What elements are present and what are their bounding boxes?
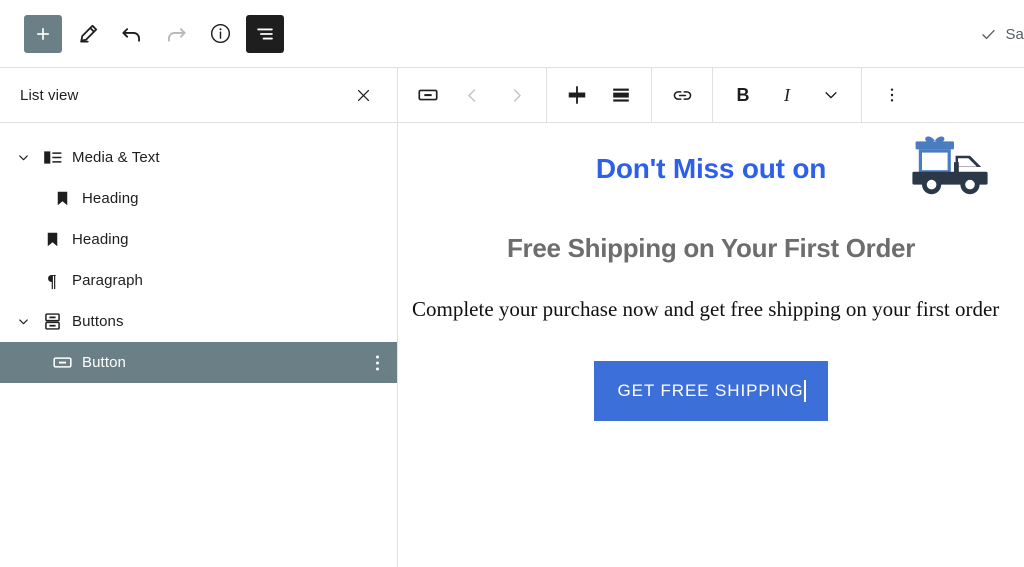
paragraph-text[interactable]: Complete your purchase now and get free … bbox=[410, 292, 1012, 327]
post-content: Don't Miss out on Free Shipping on Your … bbox=[398, 123, 1024, 567]
block-toolbar-group-move bbox=[547, 68, 652, 122]
cta-button-label: GET FREE SHIPPING bbox=[617, 380, 804, 400]
bold-button[interactable]: B bbox=[721, 68, 765, 122]
list-item-heading-nested[interactable]: Heading bbox=[0, 178, 397, 219]
media-text-icon bbox=[36, 147, 68, 168]
block-toolbar-group-link bbox=[652, 68, 713, 122]
cta-button-row: GET FREE SHIPPING bbox=[410, 360, 1012, 421]
plus-icon bbox=[37, 27, 49, 40]
vertical-dots-icon bbox=[890, 88, 894, 102]
pencil-icon bbox=[80, 24, 98, 42]
list-item-label: Button bbox=[82, 354, 126, 371]
heading-icon bbox=[36, 230, 68, 249]
heading-icon bbox=[46, 189, 78, 208]
chevron-down-icon bbox=[825, 92, 837, 99]
details-button[interactable] bbox=[202, 16, 238, 52]
hero-block: Don't Miss out on bbox=[410, 123, 1012, 219]
buttons-stack-icon bbox=[36, 311, 68, 332]
editor-window: Sa List view Media & Text Heading Headin… bbox=[0, 0, 1024, 567]
chevron-down-icon[interactable] bbox=[10, 314, 36, 329]
paragraph-pilcrow-icon: ¶ bbox=[36, 271, 68, 291]
svg-text:I: I bbox=[783, 85, 791, 105]
block-inserter-button[interactable] bbox=[24, 14, 62, 53]
italic-icon: I bbox=[783, 85, 791, 105]
list-item-label: Heading bbox=[72, 231, 129, 248]
link-button[interactable] bbox=[660, 68, 704, 122]
tools-button[interactable] bbox=[70, 16, 106, 52]
list-item-buttons[interactable]: Buttons bbox=[0, 301, 397, 342]
link-icon bbox=[673, 90, 691, 100]
editor-top-bar: Sa bbox=[0, 0, 1024, 68]
list-item-label: Heading bbox=[82, 190, 139, 207]
list-item-paragraph[interactable]: ¶ Paragraph bbox=[0, 260, 397, 301]
info-circle-icon bbox=[210, 23, 230, 44]
list-item-label: Media & Text bbox=[72, 149, 160, 166]
close-x-icon bbox=[357, 89, 369, 101]
drag-handle-icon bbox=[568, 86, 586, 104]
block-toolbar: B I bbox=[398, 68, 1024, 123]
italic-button[interactable]: I bbox=[765, 68, 809, 122]
list-view-title: List view bbox=[20, 86, 79, 104]
block-toolbar-group-format: B I bbox=[713, 68, 862, 122]
text-cursor bbox=[804, 379, 807, 402]
vertical-dots-icon[interactable] bbox=[376, 355, 379, 370]
move-right-button[interactable] bbox=[494, 68, 538, 122]
chevron-down-icon[interactable] bbox=[10, 150, 36, 165]
list-view-header: List view bbox=[0, 68, 397, 123]
editor-body: List view Media & Text Heading Heading ¶… bbox=[0, 68, 1024, 567]
redo-arrow-icon bbox=[168, 27, 186, 42]
block-toolbar-group-options bbox=[862, 68, 922, 122]
editor-canvas: B I Don't Miss out on Free Shipping on Y… bbox=[398, 68, 1024, 567]
list-item-label: Paragraph bbox=[72, 272, 143, 289]
bold-icon: B bbox=[737, 85, 750, 105]
list-item-heading[interactable]: Heading bbox=[0, 219, 397, 260]
save-status-label: Sa bbox=[1005, 25, 1024, 43]
align-justify-icon bbox=[613, 88, 629, 102]
list-view-icon bbox=[257, 27, 273, 39]
drag-handle-button[interactable] bbox=[555, 68, 599, 122]
sub-heading[interactable]: Free Shipping on Your First Order bbox=[410, 233, 1012, 264]
block-options-button[interactable] bbox=[870, 68, 914, 122]
svg-text:¶: ¶ bbox=[47, 271, 56, 291]
list-item-media-text[interactable]: Media & Text bbox=[0, 137, 397, 178]
list-view-tree: Media & Text Heading Heading ¶ Paragraph… bbox=[0, 123, 397, 383]
more-formatting-button[interactable] bbox=[809, 68, 853, 122]
button-icon bbox=[46, 352, 78, 373]
move-left-button[interactable] bbox=[450, 68, 494, 122]
close-icon[interactable] bbox=[349, 81, 377, 109]
undo-button[interactable] bbox=[114, 16, 150, 52]
undo-arrow-icon bbox=[122, 27, 140, 42]
redo-button[interactable] bbox=[158, 16, 194, 52]
list-view-toggle-button[interactable] bbox=[246, 14, 284, 53]
list-view-panel: List view Media & Text Heading Heading ¶… bbox=[0, 68, 398, 567]
list-item-label: Buttons bbox=[72, 313, 124, 330]
block-type-button[interactable] bbox=[406, 68, 450, 122]
align-button[interactable] bbox=[599, 68, 643, 122]
svg-text:B: B bbox=[737, 85, 750, 105]
checkmark-icon bbox=[982, 29, 996, 39]
button-block-icon bbox=[418, 89, 438, 101]
top-bar-left-tools bbox=[24, 14, 284, 53]
get-free-shipping-button[interactable]: GET FREE SHIPPING bbox=[593, 360, 829, 421]
block-toolbar-group-type bbox=[398, 68, 547, 122]
delivery-truck-gift-icon bbox=[906, 127, 994, 204]
chevron-right-icon bbox=[513, 88, 521, 102]
list-item-button-selected[interactable]: Button bbox=[0, 342, 397, 383]
save-status-area: Sa bbox=[979, 0, 1024, 68]
chevron-left-icon bbox=[467, 88, 475, 102]
